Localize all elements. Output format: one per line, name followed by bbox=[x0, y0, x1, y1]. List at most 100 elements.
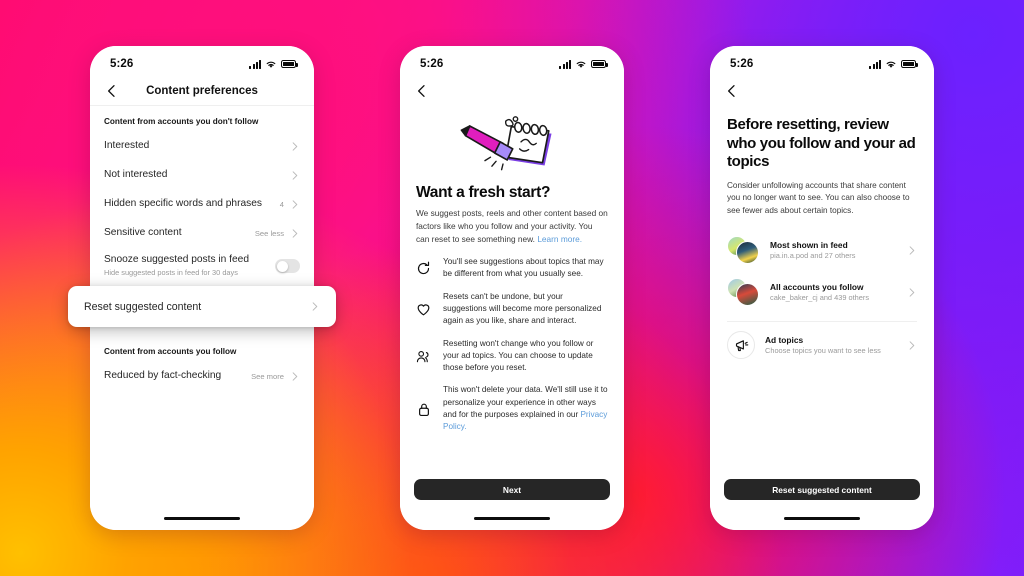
list-item-sensitive-content[interactable]: Sensitive content See less bbox=[90, 219, 314, 248]
list-item-ad-topics[interactable]: Ad topics Choose topics you want to see … bbox=[727, 324, 917, 366]
signal-bars-icon bbox=[249, 59, 261, 69]
phone3-subtitle: Consider unfollowing accounts that share… bbox=[727, 180, 910, 215]
avatar-stack bbox=[727, 236, 760, 265]
list-item-snooze-suggested-posts[interactable]: Snooze suggested posts in feed Hide sugg… bbox=[90, 248, 314, 284]
ad-topics-subtitle: Choose topics you want to see less bbox=[765, 346, 881, 356]
home-indicator bbox=[164, 516, 240, 520]
snooze-toggle[interactable] bbox=[275, 259, 300, 273]
phone2-button-wrap: Next bbox=[400, 479, 624, 500]
phone3-heading: Before resetting, review who you follow … bbox=[727, 116, 916, 171]
people-icon bbox=[416, 349, 431, 364]
phone2-body: We suggest posts, reels and other conten… bbox=[416, 207, 608, 245]
status-time: 5:26 bbox=[110, 58, 134, 70]
bullet-item-undo: Resets can't be undone, but your suggest… bbox=[416, 291, 608, 328]
account-title: Most shown in feed bbox=[770, 239, 848, 250]
bullet-text: You'll see suggestions about topics that… bbox=[443, 257, 604, 279]
home-indicator bbox=[784, 516, 860, 520]
row-label: Reduced by fact-checking bbox=[104, 370, 222, 382]
learn-more-link[interactable]: Learn more. bbox=[537, 234, 582, 244]
battery-icon bbox=[901, 60, 918, 68]
wifi-icon bbox=[576, 61, 586, 68]
avatar bbox=[736, 241, 759, 265]
reset-suggested-content-callout[interactable]: Reset suggested content bbox=[68, 286, 336, 327]
phone-mockup-fresh-start: 5:26 Want a fresh start? We suggest post… bbox=[400, 46, 624, 530]
list-item-most-shown-in-feed[interactable]: Most shown in feed pia.in.a.pod and 27 o… bbox=[727, 229, 917, 271]
wifi-icon bbox=[266, 61, 276, 68]
battery-icon bbox=[281, 60, 298, 68]
ad-topics-title: Ad topics bbox=[765, 334, 804, 345]
phone2-navbar bbox=[400, 76, 624, 106]
phone2-content: Want a fresh start? We suggest posts, re… bbox=[400, 106, 624, 434]
back-chevron-icon[interactable] bbox=[104, 83, 120, 99]
back-chevron-icon[interactable] bbox=[414, 83, 430, 99]
list-item-interested[interactable]: Interested bbox=[90, 132, 314, 161]
megaphone-icon bbox=[727, 331, 755, 360]
row-label: Not interested bbox=[104, 169, 168, 181]
avatar-stack bbox=[727, 278, 760, 307]
section-header-not-following: Content from accounts you don't follow bbox=[104, 117, 259, 126]
status-time: 5:26 bbox=[730, 58, 754, 70]
account-subtitle: cake_baker_cj and 439 others bbox=[770, 293, 870, 303]
phone3-screen: 5:26 Before resetting, review who you fo… bbox=[710, 46, 934, 530]
bullet-text: This won't delete your data. We'll still… bbox=[443, 384, 608, 433]
phone3-navbar bbox=[710, 76, 934, 106]
row-label: Hidden specific words and phrases bbox=[104, 198, 262, 210]
signal-bars-icon bbox=[869, 59, 881, 69]
chevron-right-icon bbox=[292, 229, 298, 238]
row-label: Interested bbox=[104, 140, 150, 152]
bullet-item-follow: Resetting won't change who you follow or… bbox=[416, 338, 608, 375]
chevron-right-icon bbox=[909, 288, 915, 297]
account-review-list: Most shown in feed pia.in.a.pod and 27 o… bbox=[727, 217, 917, 366]
chevron-right-icon bbox=[292, 142, 298, 151]
list-item-hidden-words[interactable]: Hidden specific words and phrases 4 bbox=[90, 190, 314, 219]
status-icons bbox=[249, 59, 298, 69]
signal-bars-icon bbox=[559, 59, 571, 69]
phone2-screen: 5:26 Want a fresh start? We suggest post… bbox=[400, 46, 624, 530]
chevron-right-icon bbox=[292, 171, 298, 180]
row-value-count: 4 bbox=[279, 200, 284, 209]
back-chevron-icon[interactable] bbox=[724, 83, 740, 99]
home-indicator bbox=[474, 516, 550, 520]
snooze-sublabel: Hide suggested posts in feed for 30 days bbox=[104, 268, 238, 278]
page-title: Content preferences bbox=[146, 84, 258, 97]
row-value-factcheck: See more bbox=[251, 372, 284, 381]
callout-label: Reset suggested content bbox=[84, 300, 202, 313]
phone3-button-wrap: Reset suggested content bbox=[710, 479, 934, 500]
heart-icon bbox=[416, 302, 431, 317]
list-item-all-accounts-you-follow[interactable]: All accounts you follow cake_baker_cj an… bbox=[727, 271, 917, 313]
status-bar: 5:26 bbox=[400, 46, 624, 76]
avatar bbox=[736, 283, 759, 307]
bullet-text: Resetting won't change who you follow or… bbox=[443, 338, 594, 373]
wifi-icon bbox=[886, 61, 896, 68]
chevron-right-icon bbox=[909, 341, 915, 350]
chevron-right-icon bbox=[292, 372, 298, 381]
row-value-sensitive: See less bbox=[254, 229, 284, 238]
bullet-item-data: This won't delete your data. We'll still… bbox=[416, 384, 608, 433]
phone3-content: Before resetting, review who you follow … bbox=[710, 106, 934, 366]
status-bar: 5:26 bbox=[90, 46, 314, 76]
lock-icon bbox=[416, 402, 431, 417]
bullet-text: Resets can't be undone, but your suggest… bbox=[443, 291, 602, 326]
reset-suggested-content-button[interactable]: Reset suggested content bbox=[724, 479, 920, 500]
account-subtitle: pia.in.a.pod and 27 others bbox=[770, 251, 856, 261]
phone2-heading: Want a fresh start? bbox=[416, 184, 551, 201]
status-icons bbox=[559, 59, 608, 69]
bullet-item-suggestions: You'll see suggestions about topics that… bbox=[416, 256, 608, 281]
battery-icon bbox=[591, 60, 608, 68]
list-item-reduced-by-fact-checking[interactable]: Reduced by fact-checking See more bbox=[90, 362, 314, 391]
phone2-bullet-list: You'll see suggestions about topics that… bbox=[416, 245, 608, 434]
chevron-right-icon bbox=[292, 200, 298, 209]
chevron-right-icon bbox=[909, 246, 915, 255]
account-title: All accounts you follow bbox=[770, 281, 864, 292]
pencil-erasing-notepad-illustration bbox=[416, 108, 608, 184]
snooze-label: Snooze suggested posts in feed bbox=[104, 254, 249, 266]
chevron-right-icon bbox=[312, 302, 318, 311]
status-bar: 5:26 bbox=[710, 46, 934, 76]
section-header-following: Content from accounts you follow bbox=[104, 347, 237, 356]
list-divider bbox=[727, 321, 917, 323]
next-button[interactable]: Next bbox=[414, 479, 610, 500]
phone1-navbar: Content preferences bbox=[90, 76, 314, 106]
list-item-not-interested[interactable]: Not interested bbox=[90, 161, 314, 190]
status-time: 5:26 bbox=[420, 58, 444, 70]
refresh-icon bbox=[416, 261, 431, 276]
